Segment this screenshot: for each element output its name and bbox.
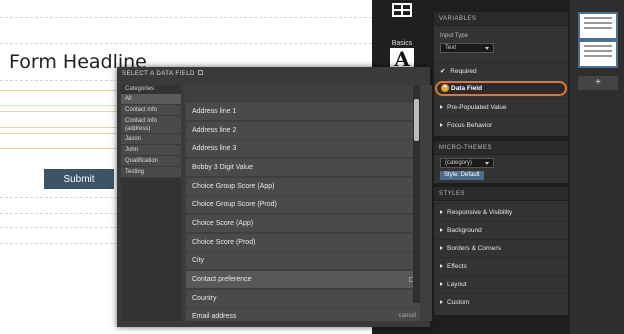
divider [0, 17, 372, 18]
categories-header: Categories [125, 86, 155, 92]
micro-themes-header: MICRO-THEMES [434, 141, 568, 155]
data-field-label: Data Field [451, 85, 483, 92]
input-type-value: Text [445, 45, 457, 51]
focus-behavior-label: Focus Behavior [447, 122, 493, 129]
style-item-custom[interactable]: Custom [434, 293, 568, 311]
data-field-item[interactable]: City [186, 252, 420, 269]
category-item-contact-info-address[interactable]: Contact info (address) [121, 116, 181, 134]
variables-section: VARIABLES Input Type Text ✔ Required Pre… [434, 12, 568, 136]
data-field-item-highlighted[interactable]: Contact preference [186, 271, 420, 288]
categories-list: Categories All Contact info Contact info… [121, 85, 181, 321]
external-link-icon[interactable] [197, 70, 203, 75]
variables-header: VARIABLES [434, 12, 568, 26]
submit-button[interactable]: Submit [44, 169, 114, 189]
input-type-select[interactable]: Text [440, 43, 494, 53]
data-field-item[interactable]: Choice Score (Prod) [186, 234, 420, 251]
checkmark-icon: ✔ [440, 68, 446, 75]
caret-right-icon [440, 300, 443, 304]
data-field-item[interactable]: Address line 2 [186, 122, 420, 139]
scrollbar-thumb[interactable] [414, 99, 419, 141]
page-thumbnail[interactable] [578, 12, 618, 40]
category-item-testing[interactable]: Testing [121, 167, 181, 178]
style-item-background[interactable]: Background [434, 221, 568, 239]
caret-right-icon [440, 105, 443, 109]
modal-title-text: SELECT A DATA FIELD [122, 71, 195, 77]
page-thumbnails: + [570, 0, 624, 334]
required-checkbox-row[interactable]: ✔ Required [434, 62, 568, 80]
caret-right-icon [440, 264, 443, 268]
data-field-row[interactable]: + Data Field [435, 81, 567, 96]
focus-behavior-row[interactable]: Focus Behavior [434, 116, 568, 134]
caret-right-icon [440, 282, 443, 286]
style-item-label: Borders & Corners [447, 245, 501, 252]
basics-label: Basics [391, 40, 413, 47]
style-chip[interactable]: Style: Default [440, 171, 484, 180]
data-field-item[interactable]: Choice Score (App) [186, 215, 420, 232]
cancel-link[interactable]: cancel [399, 313, 416, 319]
prepopulated-label: Pre-Populated Value [447, 104, 507, 111]
caret-right-icon [440, 123, 443, 127]
data-field-label: Contact preference [192, 276, 252, 283]
chevron-down-icon [485, 47, 489, 50]
plus-circle-icon: + [441, 84, 449, 93]
grid-layout-icon[interactable] [392, 3, 412, 17]
category-item-all[interactable]: All [121, 94, 181, 105]
data-field-item[interactable]: Choice Group Score (Prod) [186, 196, 420, 213]
category-value: (category) [445, 160, 473, 166]
style-item-responsive[interactable]: Responsive & Visibility [434, 203, 568, 221]
data-field-item[interactable]: Email address [186, 308, 420, 321]
category-item-qualification[interactable]: Qualification [121, 156, 181, 167]
caret-right-icon [440, 246, 443, 250]
style-item-label: Layout [447, 281, 467, 288]
divider [0, 43, 372, 44]
add-page-button[interactable]: + [578, 76, 618, 90]
data-field-item[interactable]: Bobby 3 Digit Value [186, 159, 420, 176]
style-item-effects[interactable]: Effects [434, 257, 568, 275]
fields-scrollbar[interactable] [413, 85, 420, 303]
style-item-layout[interactable]: Layout [434, 275, 568, 293]
style-item-label: Responsive & Visibility [447, 209, 513, 216]
style-item-label: Background [447, 227, 482, 234]
data-field-item[interactable]: Choice Group Score (App) [186, 178, 420, 195]
properties-panel: VARIABLES Input Type Text ✔ Required Pre… [432, 0, 570, 334]
category-select[interactable]: (category) [440, 158, 494, 168]
style-item-label: Custom [447, 299, 470, 306]
input-type-label: Input Type [440, 33, 468, 39]
category-item-john[interactable]: John [121, 145, 181, 156]
prepopulated-row[interactable]: Pre-Populated Value [434, 98, 568, 116]
modal-title: SELECT A DATA FIELD [122, 70, 203, 77]
category-item-contact-info[interactable]: Contact info [121, 105, 181, 116]
data-fields-list: Address line 1 Address line 2 Address li… [184, 85, 432, 321]
caret-right-icon [440, 228, 443, 232]
data-field-item[interactable]: Address line 1 [186, 103, 420, 120]
category-item-jason[interactable]: Jason [121, 134, 181, 145]
select-data-field-modal: SELECT A DATA FIELD Categories All Conta… [117, 67, 432, 327]
styles-header: STYLES [434, 187, 568, 201]
required-label: Required [450, 68, 477, 75]
style-item-borders[interactable]: Borders & Corners [434, 239, 568, 257]
style-item-label: Effects [447, 263, 467, 270]
chevron-down-icon [485, 162, 489, 165]
data-field-item[interactable]: Address line 3 [186, 140, 420, 157]
styles-section: STYLES Responsive & Visibility Backgroun… [434, 187, 568, 315]
caret-right-icon [440, 210, 443, 214]
data-field-item[interactable]: Country [186, 290, 420, 307]
page-thumbnail[interactable] [578, 40, 618, 68]
